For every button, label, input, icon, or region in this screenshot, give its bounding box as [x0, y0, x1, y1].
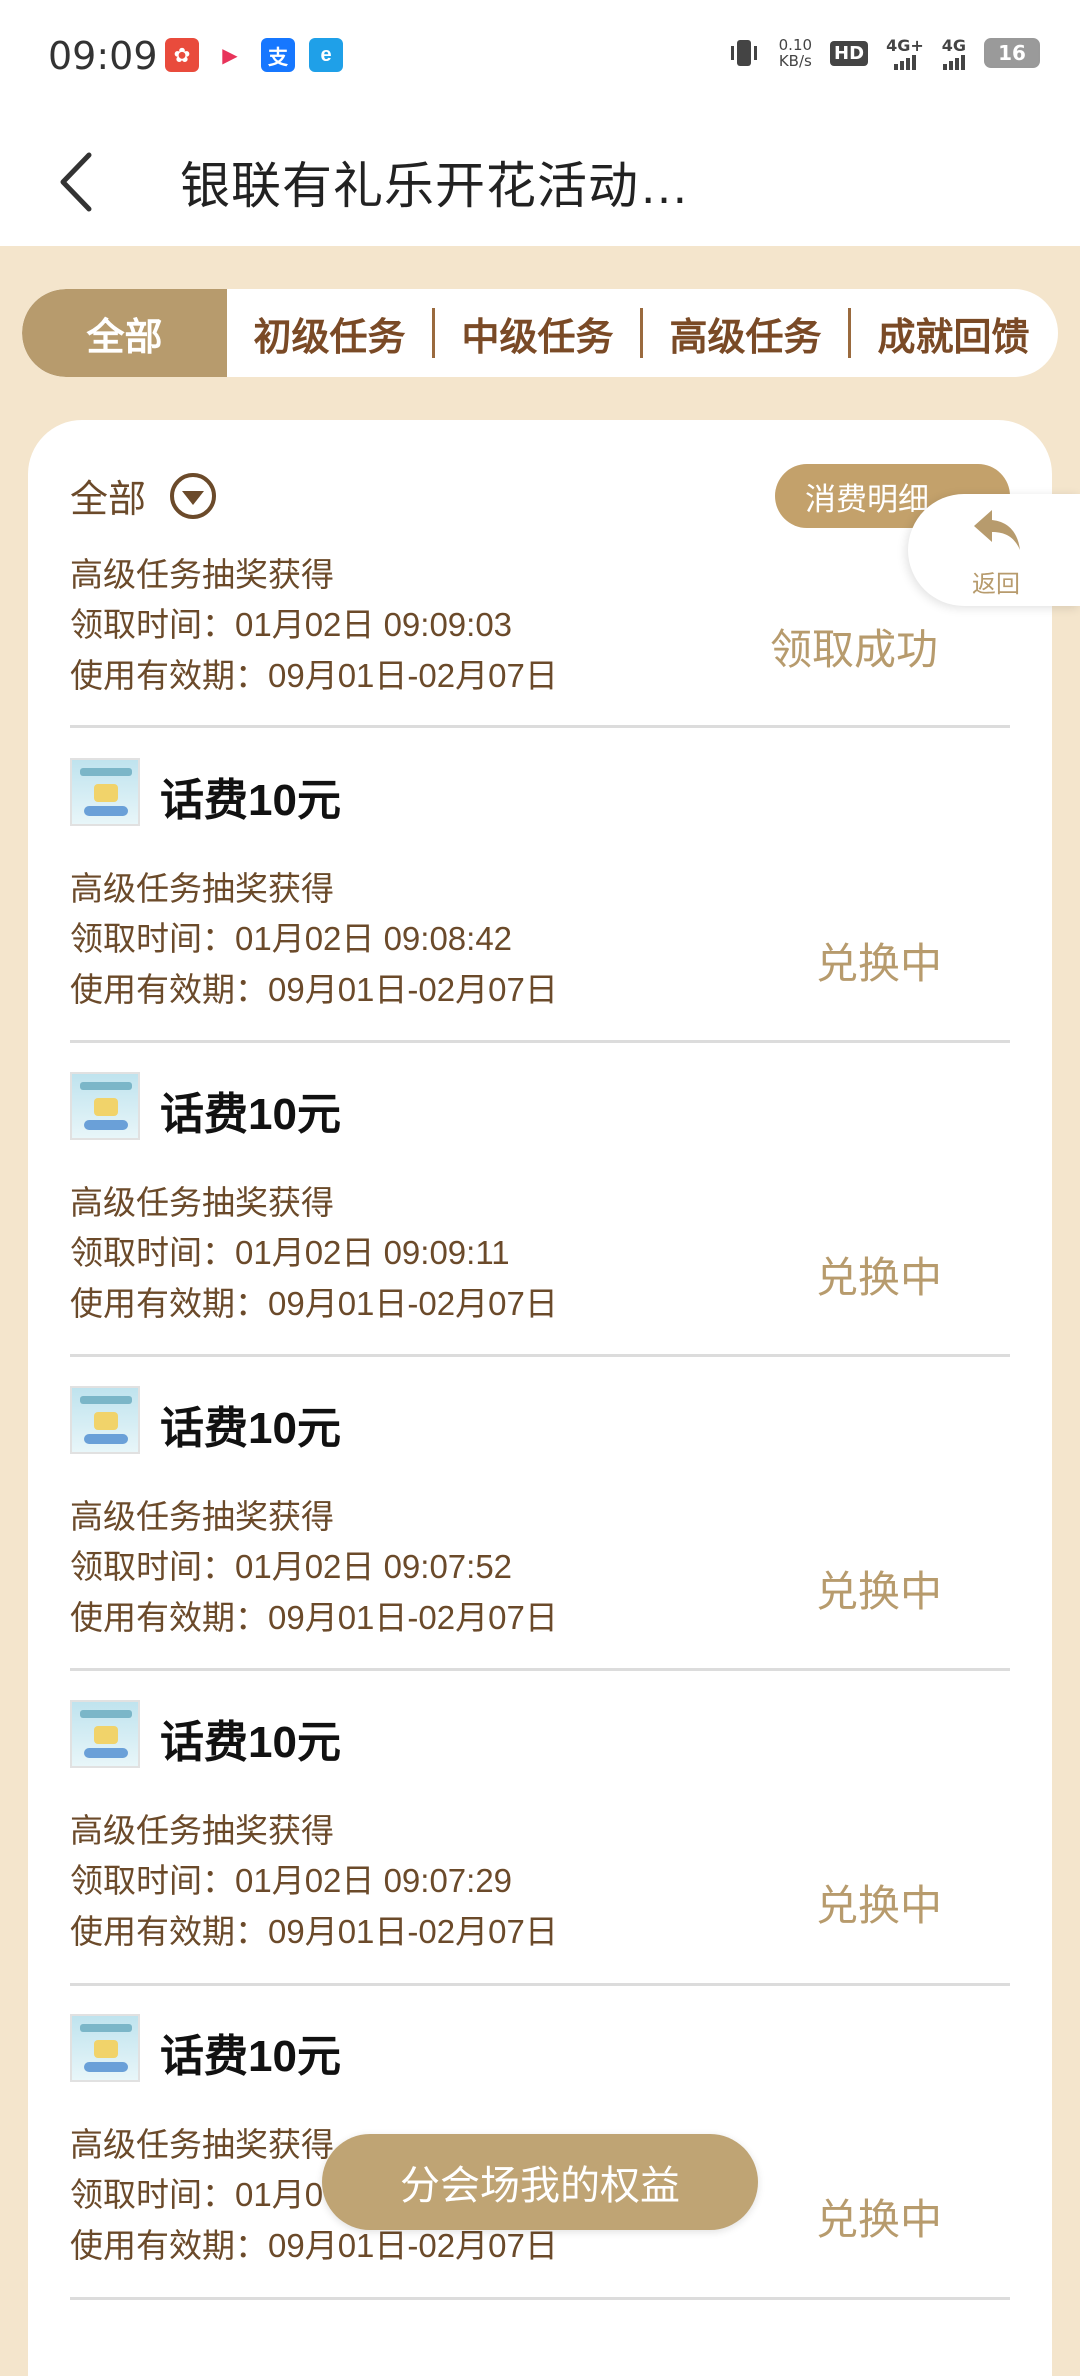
back-button[interactable]	[40, 142, 110, 222]
voucher-thumbnail	[70, 1700, 140, 1768]
reward-validity: 使用有效期：09月01日-02月07日	[70, 1285, 558, 1322]
reward-claim-time: 领取时间：01月02日 09:07:29	[70, 1862, 513, 1899]
battery-indicator: 16	[984, 38, 1040, 68]
tab-all[interactable]: 全部	[22, 289, 227, 377]
tab-intermediate[interactable]: 中级任务	[435, 289, 640, 377]
status-bar: 09:09 ✿ ▶ 支 e 0.10 KB/s HD 4G+ 4G 16	[0, 0, 1080, 118]
my-benefits-label: 分会场我的权益	[400, 2164, 680, 2208]
reward-claim-time: 领取时间：01月0	[70, 2176, 324, 2213]
reward-claim-time: 领取时间：01月02日 09:09:03	[70, 606, 513, 643]
reward-status: 兑换中	[816, 1568, 943, 1615]
reward-validity: 使用有效期：09月01日-02月07日	[70, 657, 558, 694]
list-divider	[70, 1983, 1010, 1986]
video-app-icon: ▶	[213, 38, 247, 72]
chevron-left-icon	[60, 152, 92, 212]
reward-status: 兑换中	[816, 1254, 943, 1301]
signal-2: 4G	[942, 36, 966, 70]
reward-claim-time: 领取时间：01月02日 09:08:42	[70, 920, 513, 957]
reward-validity: 使用有效期：09月01日-02月07日	[70, 1913, 558, 1950]
filter-label: 全部	[70, 479, 147, 521]
status-app-icons: ✿ ▶ 支 e	[165, 38, 343, 72]
reward-status: 兑换中	[816, 2196, 943, 2243]
reward-claim-time: 领取时间：01月02日 09:07:52	[70, 1548, 513, 1585]
reward-source: 高级任务抽奖获得	[70, 870, 334, 907]
list-divider	[70, 725, 1010, 728]
network-speed-unit: KB/s	[778, 52, 812, 70]
network-speed: 0.10 KB/s	[779, 37, 812, 69]
floating-back-button[interactable]: 返回	[908, 494, 1080, 606]
voucher-thumbnail	[70, 758, 140, 826]
reward-name: 话费10元	[160, 1404, 341, 1453]
filter-dropdown[interactable]: 全部	[70, 468, 217, 523]
list-divider	[70, 1354, 1010, 1357]
hd-badge: HD	[830, 40, 869, 66]
reward-source: 高级任务抽奖获得	[70, 1498, 334, 1535]
voucher-thumbnail	[70, 2014, 140, 2082]
my-benefits-button[interactable]: 分会场我的权益	[322, 2134, 758, 2230]
network-type-2: 4G	[941, 36, 966, 55]
vibrate-icon	[730, 40, 757, 66]
tab-advanced[interactable]: 高级任务	[643, 289, 848, 377]
consumption-detail-label: 消费明细	[805, 481, 929, 517]
status-time: 09:09	[48, 34, 158, 78]
page-title: 银联有礼乐开花活动…	[180, 158, 690, 214]
reward-validity: 使用有效期：09月01日-02月07日	[70, 971, 558, 1008]
list-divider	[70, 2297, 1010, 2300]
reward-source: 高级任务抽奖获得	[70, 1812, 334, 1849]
reward-validity: 使用有效期：09月01日-02月07日	[70, 1599, 558, 1636]
reward-claim-time: 领取时间：01月02日 09:09:11	[70, 1234, 510, 1271]
task-tabs: 全部 初级任务 中级任务 高级任务 成就回馈	[22, 289, 1058, 377]
reward-status: 兑换中	[816, 1882, 943, 1929]
floating-back-label: 返回	[972, 571, 1020, 598]
reward-name: 话费10元	[160, 1090, 341, 1139]
browser-app-icon: e	[309, 38, 343, 72]
alipay-icon: 支	[261, 38, 295, 72]
tab-beginner[interactable]: 初级任务	[227, 289, 432, 377]
signal-bars-2-icon	[942, 55, 965, 70]
list-divider	[70, 1040, 1010, 1043]
reward-name: 话费10元	[160, 776, 341, 825]
reward-source: 高级任务抽奖获得	[70, 1184, 334, 1221]
reward-name: 话费10元	[160, 1718, 341, 1767]
network-speed-value: 0.10	[778, 36, 813, 54]
status-right-icons: 0.10 KB/s HD 4G+ 4G 16	[727, 36, 1040, 70]
list-divider	[70, 1668, 1010, 1671]
reward-source: 高级任务抽奖获得	[70, 2126, 334, 2163]
reward-name: 话费10元	[160, 2032, 341, 2081]
tab-achievement[interactable]: 成就回馈	[851, 289, 1056, 377]
dropdown-caret-icon	[170, 472, 217, 519]
voucher-thumbnail	[70, 1072, 140, 1140]
reply-arrow-icon	[974, 510, 1020, 550]
reward-status: 兑换中	[816, 940, 943, 987]
reward-status: 领取成功	[770, 626, 939, 673]
signal-bars-1-icon	[893, 55, 916, 70]
app-notification-icon: ✿	[165, 38, 199, 72]
app-header: 银联有礼乐开花活动…	[0, 118, 1080, 246]
voucher-thumbnail	[70, 1386, 140, 1454]
signal-1: 4G+	[886, 36, 924, 70]
reward-source: 高级任务抽奖获得	[70, 556, 334, 593]
network-type-1: 4G+	[886, 36, 924, 55]
